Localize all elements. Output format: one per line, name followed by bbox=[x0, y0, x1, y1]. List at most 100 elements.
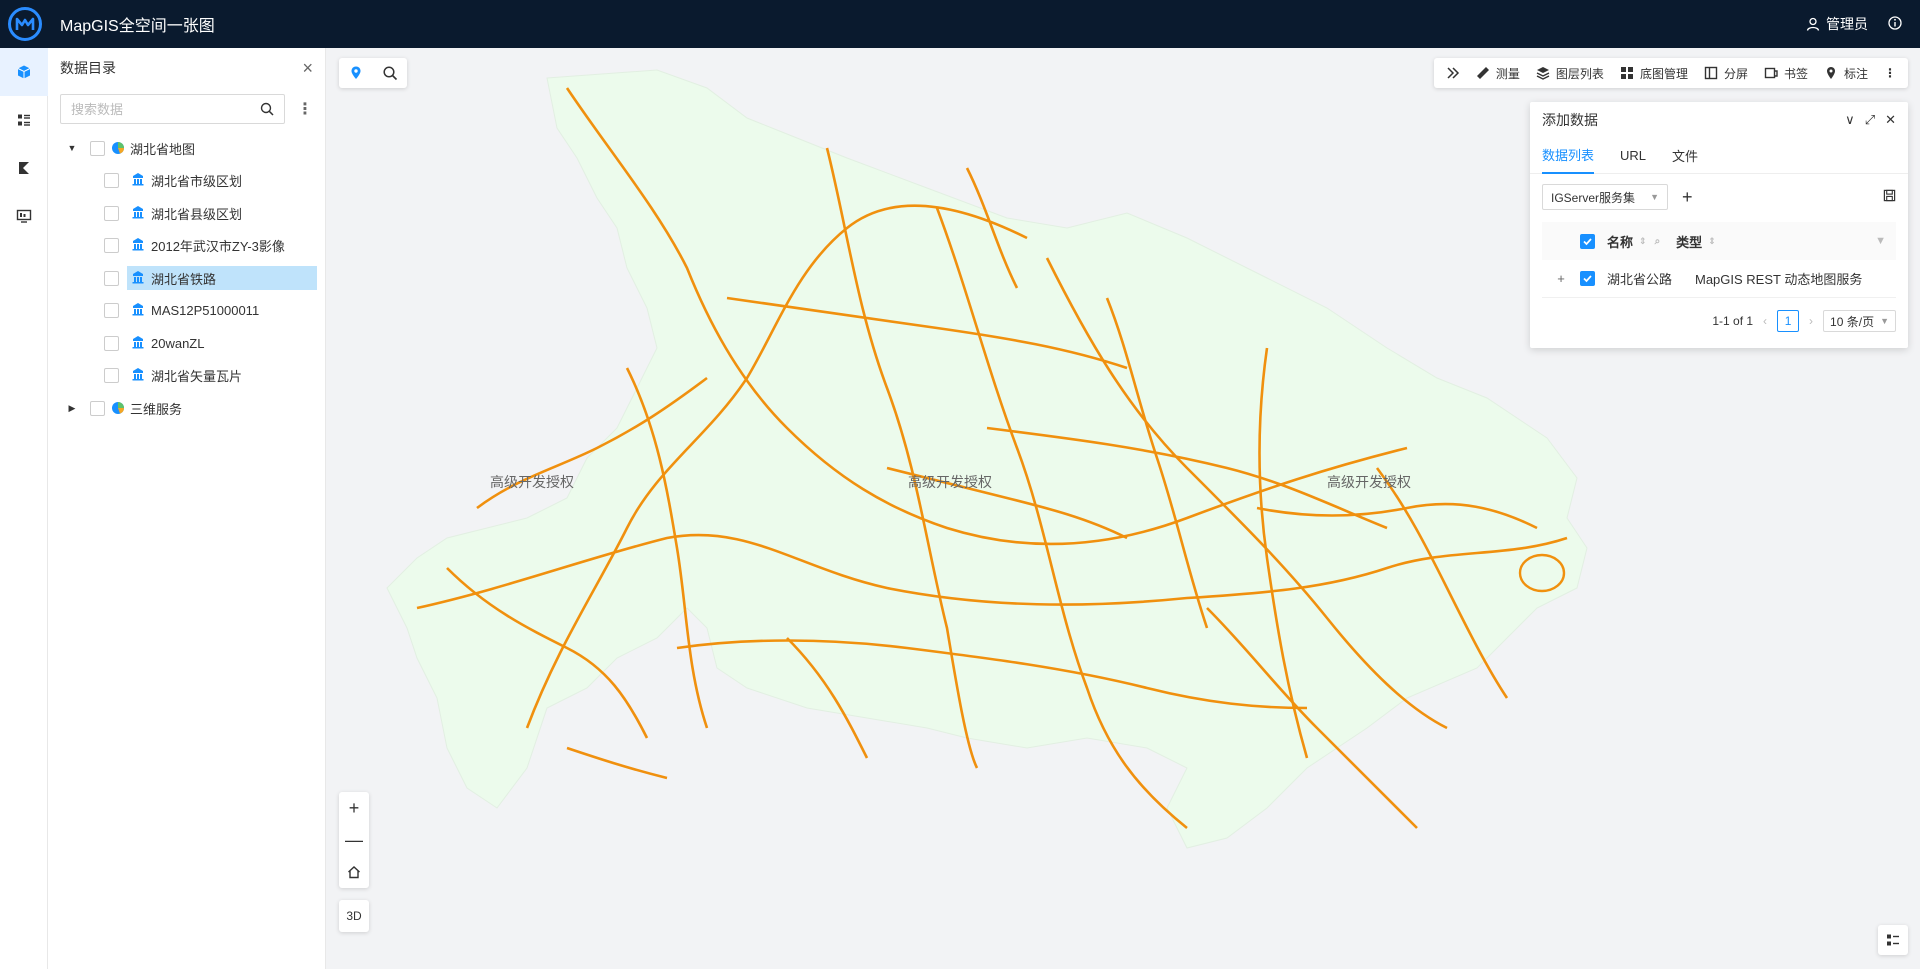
tree-layer-label: 湖北省矢量瓦片 bbox=[151, 369, 243, 385]
tree-layer[interactable]: 2012年武汉市ZY-3影像 bbox=[48, 230, 325, 263]
page-size-select[interactable]: 10 条/页 ▼ bbox=[1823, 310, 1896, 332]
add-source-button[interactable]: + bbox=[1682, 187, 1693, 208]
user-icon bbox=[1806, 17, 1820, 31]
expand-row-icon[interactable]: + bbox=[1542, 271, 1580, 286]
sort-icon[interactable]: ⇕ bbox=[1708, 236, 1716, 247]
layer-checkbox[interactable] bbox=[104, 368, 119, 384]
sort-icon[interactable]: ⇕ bbox=[1639, 236, 1647, 247]
close-icon[interactable]: ✕ bbox=[1885, 112, 1896, 128]
close-icon[interactable]: × bbox=[302, 58, 313, 79]
layers-icon bbox=[1536, 67, 1550, 80]
more-vertical-icon[interactable]: ⋮ bbox=[297, 99, 313, 119]
filter-icon[interactable]: ▼ bbox=[1875, 235, 1886, 247]
user-name: 管理员 bbox=[1826, 16, 1868, 32]
catalog-search-input[interactable] bbox=[71, 101, 260, 117]
locate-button[interactable] bbox=[339, 58, 373, 88]
layer-service-icon bbox=[131, 205, 145, 222]
page-button[interactable]: 1 bbox=[1777, 310, 1800, 332]
caret-down-icon[interactable]: ▼ bbox=[66, 143, 78, 153]
home-icon bbox=[348, 866, 360, 879]
chart-icon bbox=[19, 162, 29, 174]
tree-layer[interactable]: 湖北省县级区划 bbox=[48, 197, 325, 230]
add-data-panel: 添加数据 ∨ ⤢ ✕ 数据列表 URL 文件 IGServer服务集 ▼ + 名… bbox=[1530, 102, 1908, 348]
service-source-value: IGServer服务集 bbox=[1551, 190, 1636, 205]
service-table: 名称 ⇕ ⌕ 类型 ⇕ ▼ + 湖北省公路 MapGIS REST 动态地图服务 bbox=[1542, 222, 1896, 298]
layer-checkbox[interactable] bbox=[104, 270, 119, 286]
layer-service-icon bbox=[131, 335, 145, 352]
select-all-checkbox[interactable] bbox=[1580, 233, 1595, 249]
home-button[interactable] bbox=[339, 856, 369, 888]
map-toolbar: 测量 图层列表 底图管理 分屏 书签 标注 ⋮ bbox=[1433, 58, 1908, 88]
table-row[interactable]: + 湖北省公路 MapGIS REST 动态地图服务 bbox=[1542, 260, 1896, 298]
pie-group-icon bbox=[111, 141, 125, 155]
caret-right-icon[interactable]: ▶ bbox=[66, 403, 78, 414]
collapse-toolbar-button[interactable] bbox=[1438, 58, 1468, 88]
monitor-icon bbox=[16, 209, 32, 223]
toolbar-layer-list[interactable]: 图层列表 bbox=[1528, 58, 1612, 88]
rail-data-catalog[interactable] bbox=[0, 48, 48, 96]
chevron-down-icon: ▼ bbox=[1650, 192, 1659, 202]
layer-checkbox[interactable] bbox=[104, 335, 119, 351]
watermark-text: 高级开发授权 bbox=[490, 474, 574, 490]
user-menu[interactable]: 管理员 bbox=[1806, 14, 1868, 34]
column-name[interactable]: 名称 bbox=[1607, 232, 1633, 251]
tab-file[interactable]: 文件 bbox=[1672, 138, 1698, 174]
data-catalog-panel: 数据目录 × ⋮ ▼ 湖北省地图 湖北省市级区划 湖北省县级区划 2012年武汉… bbox=[48, 48, 326, 969]
save-icon[interactable] bbox=[1883, 189, 1896, 205]
tree-layer[interactable]: 湖北省矢量瓦片 bbox=[48, 360, 325, 393]
map-view[interactable]: 高级开发授权 高级开发授权 高级开发授权 测量 图层列表 底图管理 分屏 书签 … bbox=[327, 48, 1920, 969]
zoom-in-button[interactable]: + bbox=[339, 792, 369, 824]
map-quick-tools bbox=[339, 58, 407, 88]
zoom-out-button[interactable]: — bbox=[339, 824, 369, 856]
toolbar-bookmark[interactable]: 书签 bbox=[1756, 58, 1816, 88]
toggle-3d-button[interactable]: 3D bbox=[339, 900, 369, 932]
pagination-summary: 1-1 of 1 bbox=[1712, 314, 1754, 328]
layer-checkbox[interactable] bbox=[104, 173, 119, 189]
selected-layer[interactable]: 湖北省铁路 bbox=[127, 266, 317, 291]
toolbar-split-screen[interactable]: 分屏 bbox=[1696, 58, 1756, 88]
layer-checkbox[interactable] bbox=[104, 238, 119, 254]
group-checkbox[interactable] bbox=[90, 400, 105, 416]
tree-layer[interactable]: MAS12P51000011 bbox=[48, 295, 325, 328]
grid-icon bbox=[1620, 67, 1633, 79]
toolbar-more-button[interactable]: ⋮ bbox=[1876, 58, 1904, 88]
more-vertical-icon: ⋮ bbox=[1884, 66, 1896, 80]
next-page-icon[interactable]: › bbox=[1809, 314, 1813, 328]
toolbar-measure[interactable]: 测量 bbox=[1468, 58, 1528, 88]
legend-button[interactable] bbox=[1878, 925, 1908, 955]
tree-group[interactable]: ▶ 三维服务 bbox=[48, 392, 325, 425]
tree-layer[interactable]: 湖北省市级区划 bbox=[48, 165, 325, 198]
column-search-icon[interactable]: ⌕ bbox=[1655, 236, 1661, 247]
toolbar-annotate[interactable]: 标注 bbox=[1816, 58, 1876, 88]
fullscreen-icon[interactable]: ⤢ bbox=[1865, 112, 1875, 128]
add-data-title: 添加数据 bbox=[1542, 112, 1598, 128]
tree-layer[interactable]: 20wanZL bbox=[48, 327, 325, 360]
toolbar-label: 书签 bbox=[1783, 66, 1808, 81]
service-source-select[interactable]: IGServer服务集 ▼ bbox=[1542, 184, 1668, 210]
app-logo bbox=[8, 7, 42, 41]
column-type[interactable]: 类型 bbox=[1676, 232, 1702, 251]
catalog-search bbox=[60, 94, 285, 124]
tree-layer[interactable]: 湖北省铁路 bbox=[48, 262, 325, 295]
map-search-button[interactable] bbox=[373, 58, 407, 88]
toolbar-basemap[interactable]: 底图管理 bbox=[1612, 58, 1696, 88]
info-button[interactable] bbox=[1888, 15, 1902, 33]
search-icon[interactable] bbox=[260, 102, 274, 116]
rail-list[interactable] bbox=[0, 96, 48, 144]
tree-group[interactable]: ▼ 湖北省地图 bbox=[48, 132, 325, 165]
collapse-icon[interactable]: ∨ bbox=[1845, 112, 1855, 128]
row-checkbox[interactable] bbox=[1580, 271, 1595, 286]
toolbar-label: 分屏 bbox=[1723, 66, 1748, 81]
layer-service-icon bbox=[131, 270, 145, 287]
prev-page-icon[interactable]: ‹ bbox=[1763, 314, 1767, 328]
rail-chart[interactable] bbox=[0, 144, 48, 192]
layer-checkbox[interactable] bbox=[104, 205, 119, 221]
pagination: 1-1 of 1 ‹ 1 › 10 条/页 ▼ bbox=[1530, 298, 1908, 332]
tab-data-list[interactable]: 数据列表 bbox=[1542, 138, 1595, 174]
group-checkbox[interactable] bbox=[90, 140, 105, 156]
tab-url[interactable]: URL bbox=[1620, 138, 1646, 174]
layer-checkbox[interactable] bbox=[104, 303, 119, 319]
double-chevron-right-icon bbox=[1447, 67, 1459, 79]
rail-monitor[interactable] bbox=[0, 192, 48, 240]
tree-layer-label: 2012年武汉市ZY-3影像 bbox=[151, 239, 285, 255]
